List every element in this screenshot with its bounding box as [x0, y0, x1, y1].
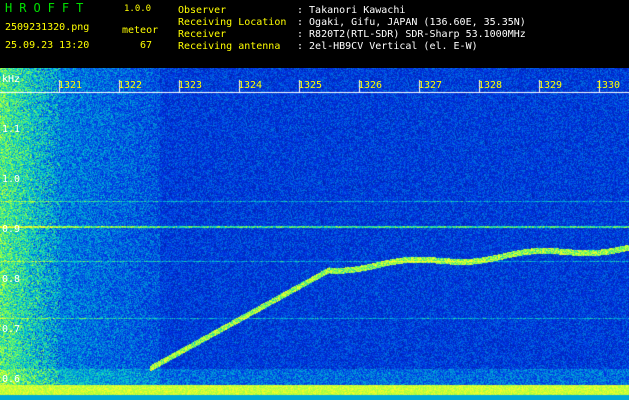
- antenna-label: Receiving antenna: [178, 41, 281, 52]
- y-tick-label: 1.0: [2, 174, 21, 185]
- app-version: 1.0.0: [124, 4, 152, 14]
- location-value: : Ogaki, Gifu, JAPAN (136.60E, 35.35N): [297, 17, 526, 28]
- y-tick-label: 1.1: [2, 124, 21, 135]
- time-tick-label: 1327: [418, 80, 443, 91]
- y-axis-unit: kHz: [2, 74, 21, 85]
- meteor-count: 67: [140, 40, 153, 51]
- spectrogram-canvas: [0, 68, 629, 400]
- observer-value: : Takanori Kawachi: [297, 5, 406, 16]
- header-panel: HROFFT 1.0.0 2509231320.png 25.09.23 13:…: [0, 0, 629, 68]
- time-tick-label: 1329: [538, 80, 563, 91]
- y-tick-label: 0.9: [2, 224, 21, 235]
- spectrogram-panel: kHz 1.1 1.0 0.9 0.8 0.7 0.6 1321 1322 13…: [0, 68, 629, 400]
- time-tick-label: 1325: [298, 80, 323, 91]
- time-tick-label: 1324: [238, 80, 263, 91]
- date-time: 25.09.23 13:20: [5, 40, 90, 51]
- time-tick-label: 1328: [478, 80, 503, 91]
- time-tick-label: 1326: [358, 80, 383, 91]
- y-tick-label: 0.6: [2, 374, 21, 385]
- app-logo: HROFFT: [5, 1, 91, 15]
- time-tick-label: 1321: [58, 80, 83, 91]
- y-tick-label: 0.8: [2, 274, 21, 285]
- time-tick-label: 1330: [596, 80, 621, 91]
- time-tick-label: 1322: [118, 80, 143, 91]
- y-tick-label: 0.7: [2, 324, 21, 335]
- observer-label: Observer: [178, 5, 227, 16]
- time-tick-label: 1323: [178, 80, 203, 91]
- file-name: 2509231320.png: [5, 22, 90, 33]
- receiver-label: Receiver: [178, 29, 227, 40]
- receiver-value: : R820T2(RTL-SDR) SDR-Sharp 53.1000MHz: [297, 29, 526, 40]
- location-label: Receiving Location: [178, 17, 287, 28]
- antenna-value: : 2el-HB9CV Vertical (el. E-W): [297, 41, 478, 52]
- meteor-label: meteor: [122, 25, 159, 36]
